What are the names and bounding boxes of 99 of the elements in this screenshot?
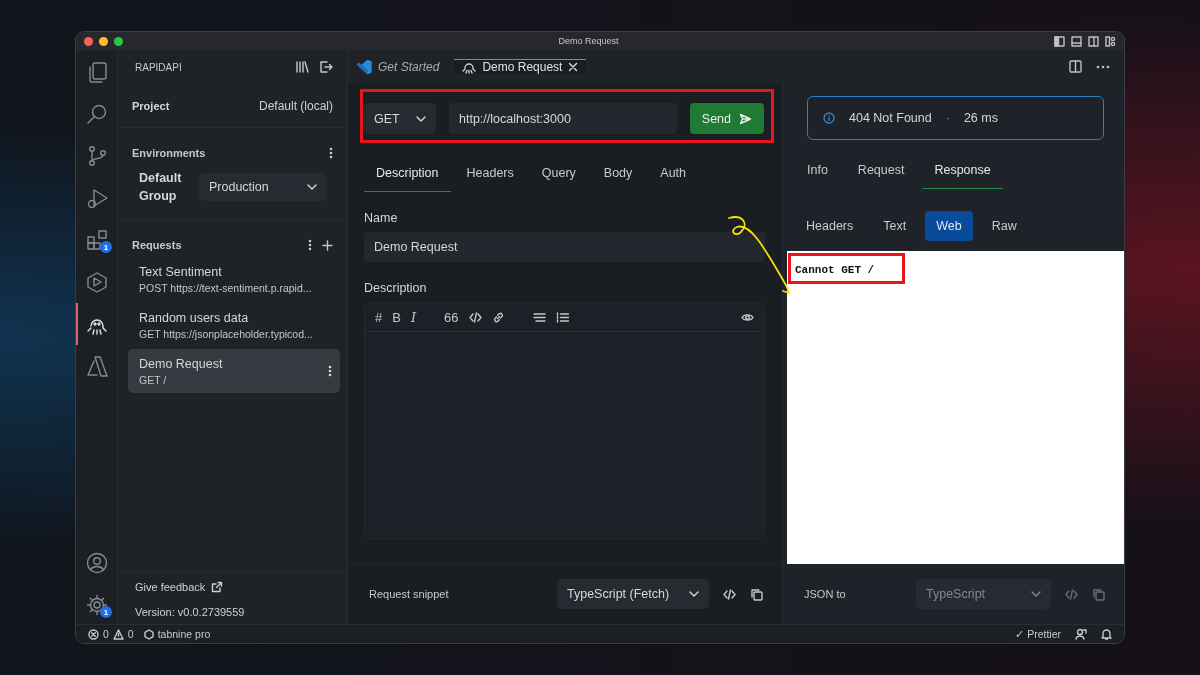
send-button[interactable]: Send	[689, 103, 764, 134]
snippet-label: Request snippet	[369, 588, 449, 600]
list-icon[interactable]	[532, 310, 546, 324]
request-url: GET https://jsonplaceholder.typicod...	[139, 327, 313, 340]
extensions-icon	[85, 229, 108, 251]
eye-icon[interactable]	[741, 311, 754, 323]
more-icon[interactable]	[328, 365, 332, 377]
gear-icon	[85, 594, 108, 616]
info-icon	[823, 112, 835, 124]
add-icon[interactable]	[322, 239, 333, 251]
chevron-down-icon	[1031, 591, 1041, 597]
format-button[interactable]: #	[375, 309, 383, 325]
editor-tab[interactable]: Demo Request	[454, 59, 587, 74]
tabnine-status[interactable]: tabnine pro	[143, 628, 211, 640]
split-editor-icon[interactable]	[1069, 60, 1082, 73]
more-icon[interactable]	[308, 239, 312, 251]
json-to-label: JSON to	[804, 588, 846, 600]
time-text: 26 ms	[963, 111, 998, 125]
sidebar-title: RAPIDAPI	[135, 61, 182, 73]
status-text: 404 Not Found	[849, 111, 932, 125]
separator-dot: ·	[945, 111, 950, 125]
request-name: Demo Request	[139, 356, 223, 371]
search-icon	[85, 103, 108, 125]
chevron-down-icon	[416, 115, 426, 122]
count-badge: 1	[100, 241, 112, 253]
request-url: POST https://text-sentiment.p.rapid...	[139, 281, 312, 294]
editor-tab[interactable]: Get Started	[348, 58, 448, 75]
activity-item[interactable]: 1	[76, 229, 117, 251]
response-tab[interactable]: Info	[795, 163, 840, 189]
request-item[interactable]: Text Sentiment POST https://text-sentiment.p.rapid...	[128, 257, 340, 301]
sidebar-layout-icon[interactable]	[1054, 35, 1065, 47]
code-icon[interactable]	[723, 587, 736, 601]
external-link-icon[interactable]	[211, 581, 224, 593]
view-tab[interactable]: Raw	[980, 211, 1028, 241]
description-editor[interactable]: # B I 66	[364, 302, 765, 539]
send-icon	[739, 112, 752, 125]
more-icon[interactable]	[329, 147, 333, 159]
field-label: Name	[364, 211, 399, 225]
section-tab[interactable]: Query	[529, 166, 588, 192]
account-icon	[85, 552, 108, 574]
request-item[interactable]: Demo Request GET /	[128, 349, 340, 393]
hexagon-icon	[143, 628, 154, 640]
field-label: Description	[364, 281, 428, 295]
method-dropdown[interactable]: GET	[364, 103, 436, 134]
run-debug-icon	[85, 187, 108, 209]
language-dropdown[interactable]: TypeScript (Fetch)	[557, 579, 709, 609]
close-icon[interactable]	[568, 62, 579, 72]
section-tab[interactable]: Headers	[454, 166, 526, 192]
project-value[interactable]: Default (local)	[258, 98, 333, 113]
split-layout-icon[interactable]	[1088, 35, 1099, 47]
environment-dropdown[interactable]: Production	[199, 173, 327, 201]
error-icon	[88, 628, 99, 640]
chevron-down-icon	[689, 591, 699, 597]
request-url: GET /	[139, 373, 168, 386]
request-name: Random users data	[139, 310, 250, 325]
count-badge: 1	[100, 606, 112, 618]
format-button[interactable]: 66	[444, 309, 459, 325]
activity-item[interactable]: 1	[76, 594, 117, 616]
response-tab[interactable]: Response	[922, 163, 1003, 189]
response-tab[interactable]: Request	[845, 163, 917, 189]
section-label: Requests	[132, 239, 182, 251]
section-tab[interactable]: Description	[364, 166, 451, 192]
section-label: Project	[132, 99, 170, 112]
chevron-down-icon	[307, 184, 317, 190]
numbered-list-icon[interactable]	[555, 310, 569, 324]
azure-icon	[85, 355, 108, 377]
link-icon[interactable]	[491, 310, 505, 324]
logout-icon[interactable]	[319, 60, 333, 74]
request-item[interactable]: Random users data GET https://jsonplaceholder.typicod...	[128, 303, 340, 347]
url-field[interactable]: http://localhost:3000	[449, 103, 677, 134]
name-field[interactable]: Demo Request	[364, 232, 765, 262]
bell-icon[interactable]	[1101, 628, 1112, 640]
section-tab[interactable]: Body	[591, 166, 645, 192]
prettier-status[interactable]: ✓ Prettier	[1015, 628, 1061, 640]
view-tab[interactable]: Web	[925, 211, 973, 241]
version-text: Version: v0.0.2739559	[135, 606, 246, 618]
format-button[interactable]: I	[410, 309, 417, 325]
layout-grid-icon[interactable]	[1105, 35, 1116, 47]
copy-icon[interactable]	[750, 587, 763, 601]
problems-indicator[interactable]: 0 0	[88, 628, 134, 640]
section-tab[interactable]: Auth	[648, 166, 699, 192]
panel-layout-icon[interactable]	[1071, 35, 1082, 47]
request-name: Text Sentiment	[139, 264, 223, 279]
feedback-link[interactable]: Give feedback	[135, 581, 206, 593]
code-icon[interactable]	[468, 310, 482, 324]
library-icon[interactable]	[295, 60, 309, 74]
view-tab[interactable]: Text	[872, 211, 918, 241]
section-label: Environments	[132, 147, 206, 159]
group-label: Default Group	[139, 170, 183, 205]
window-title: Demo Request	[557, 36, 620, 46]
vscode-icon	[356, 59, 372, 75]
ghost-icon	[462, 60, 477, 74]
view-tab[interactable]: Headers	[795, 211, 865, 241]
hexagon-icon	[85, 271, 108, 293]
accounts-icon[interactable]	[1075, 628, 1087, 640]
more-icon[interactable]	[1096, 64, 1110, 69]
warning-icon	[112, 628, 124, 640]
response-text: Cannot GET /	[795, 264, 875, 276]
format-button[interactable]: B	[392, 309, 401, 325]
